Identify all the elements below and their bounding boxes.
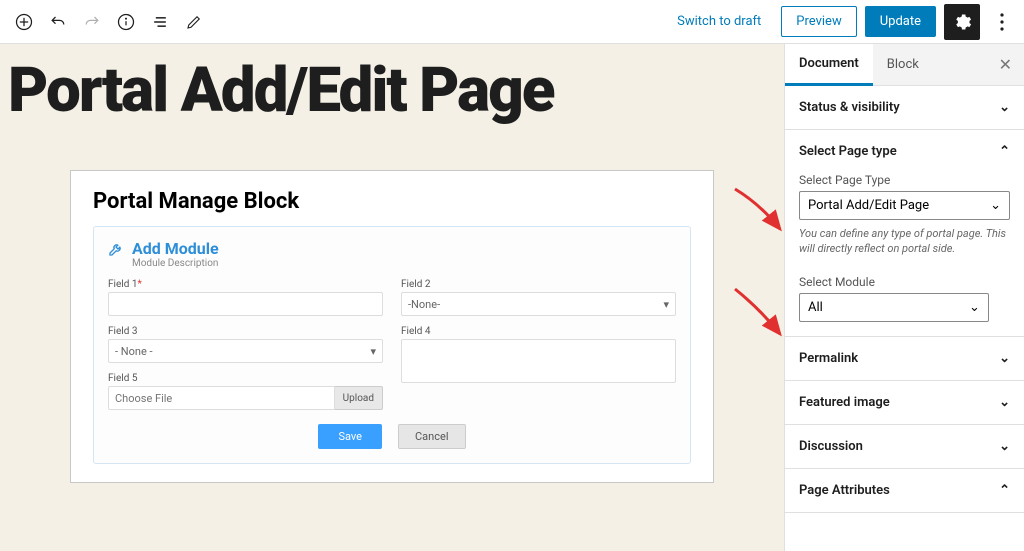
field-3-label: Field 3	[108, 326, 383, 337]
block-title: Portal Manage Block	[93, 189, 691, 214]
chevron-down-icon: ⌄	[999, 395, 1010, 410]
info-icon[interactable]	[110, 6, 142, 38]
module-panel: Add Module Module Description Field 1* F…	[93, 226, 691, 464]
close-sidebar-icon[interactable]: ✕	[987, 47, 1024, 82]
settings-button[interactable]	[944, 4, 980, 40]
annotation-arrow-1	[730, 184, 784, 248]
page-type-label: Select Page Type	[799, 173, 1010, 187]
field-4-textarea[interactable]	[401, 339, 676, 383]
module-actions: Save Cancel	[108, 424, 676, 449]
portal-manage-block[interactable]: Portal Manage Block Add Module Module De…	[70, 170, 714, 483]
edit-icon[interactable]	[178, 6, 210, 38]
outline-icon[interactable]	[144, 6, 176, 38]
module-desc: Module Description	[132, 258, 219, 269]
page-type-hint: You can define any type of portal page. …	[799, 226, 1010, 257]
tab-block[interactable]: Block	[873, 45, 933, 84]
panel-attributes-head[interactable]: Page Attributes⌃	[785, 469, 1024, 512]
chevron-down-icon: ⌄	[969, 300, 980, 315]
update-button[interactable]: Update	[865, 6, 936, 37]
save-button[interactable]: Save	[318, 424, 382, 449]
chevron-down-icon: ⌄	[999, 100, 1010, 115]
wrench-icon	[108, 241, 124, 261]
module-header: Add Module Module Description	[108, 239, 676, 269]
panel-status: Status & visibility⌄	[785, 86, 1024, 130]
chevron-up-icon: ⌃	[999, 144, 1010, 159]
field-1-label: Field 1*	[108, 279, 383, 290]
field-2-label: Field 2	[401, 279, 676, 290]
page-title[interactable]: Portal Add/Edit Page	[0, 44, 784, 130]
panel-discussion: Discussion⌄	[785, 425, 1024, 469]
settings-sidebar: Document Block ✕ Status & visibility⌄ Se…	[784, 44, 1024, 551]
panel-featured-head[interactable]: Featured image⌄	[785, 381, 1024, 424]
chevron-down-icon: ⌄	[999, 439, 1010, 454]
chevron-down-icon: ⌄	[999, 351, 1010, 366]
chevron-down-icon: ⌄	[990, 198, 1001, 213]
panel-permalink-head[interactable]: Permalink⌄	[785, 337, 1024, 380]
chevron-up-icon: ⌃	[999, 483, 1010, 498]
module-title: Add Module	[132, 239, 219, 258]
toolbar-left	[8, 6, 210, 38]
more-menu-icon[interactable]	[988, 4, 1016, 40]
add-block-icon[interactable]	[8, 6, 40, 38]
panel-status-head[interactable]: Status & visibility⌄	[785, 86, 1024, 129]
field-5: Field 5 Upload	[108, 373, 383, 410]
field-1-input[interactable]	[108, 292, 383, 316]
panel-featured: Featured image⌄	[785, 381, 1024, 425]
annotation-arrow-2	[730, 284, 784, 348]
top-toolbar: Switch to draft Preview Update	[0, 0, 1024, 44]
field-grid: Field 1* Field 2 -None-▾ Field 3 - None …	[108, 279, 676, 410]
field-5-file-input[interactable]	[108, 386, 335, 410]
toolbar-right: Switch to draft Preview Update	[665, 4, 1016, 40]
field-4-label: Field 4	[401, 326, 676, 337]
tab-document[interactable]: Document	[785, 44, 873, 86]
field-2: Field 2 -None-▾	[401, 279, 676, 316]
field-5-label: Field 5	[108, 373, 383, 384]
module-label: Select Module	[799, 275, 1010, 289]
panel-page-type: Select Page type⌃ Select Page Type Porta…	[785, 130, 1024, 337]
page-type-select[interactable]: Portal Add/Edit Page⌄	[799, 191, 1010, 220]
field-2-select[interactable]: -None-▾	[401, 292, 676, 316]
field-4: Field 4	[401, 326, 676, 410]
switch-draft-link[interactable]: Switch to draft	[665, 6, 773, 37]
field-3: Field 3 - None -▾	[108, 326, 383, 363]
redo-icon	[76, 6, 108, 38]
editor-canvas: Portal Add/Edit Page Portal Manage Block…	[0, 44, 784, 551]
upload-button[interactable]: Upload	[335, 386, 383, 410]
panel-discussion-head[interactable]: Discussion⌄	[785, 425, 1024, 468]
cancel-button[interactable]: Cancel	[398, 424, 465, 449]
preview-button[interactable]: Preview	[781, 6, 856, 37]
panel-page-type-head[interactable]: Select Page type⌃	[785, 130, 1024, 173]
sidebar-tabs: Document Block ✕	[785, 44, 1024, 86]
panel-attributes: Page Attributes⌃	[785, 469, 1024, 513]
workspace: Portal Add/Edit Page Portal Manage Block…	[0, 44, 1024, 551]
module-select[interactable]: All⌄	[799, 293, 989, 322]
field-3-select[interactable]: - None -▾	[108, 339, 383, 363]
undo-icon[interactable]	[42, 6, 74, 38]
panel-permalink: Permalink⌄	[785, 337, 1024, 381]
field-1: Field 1*	[108, 279, 383, 316]
